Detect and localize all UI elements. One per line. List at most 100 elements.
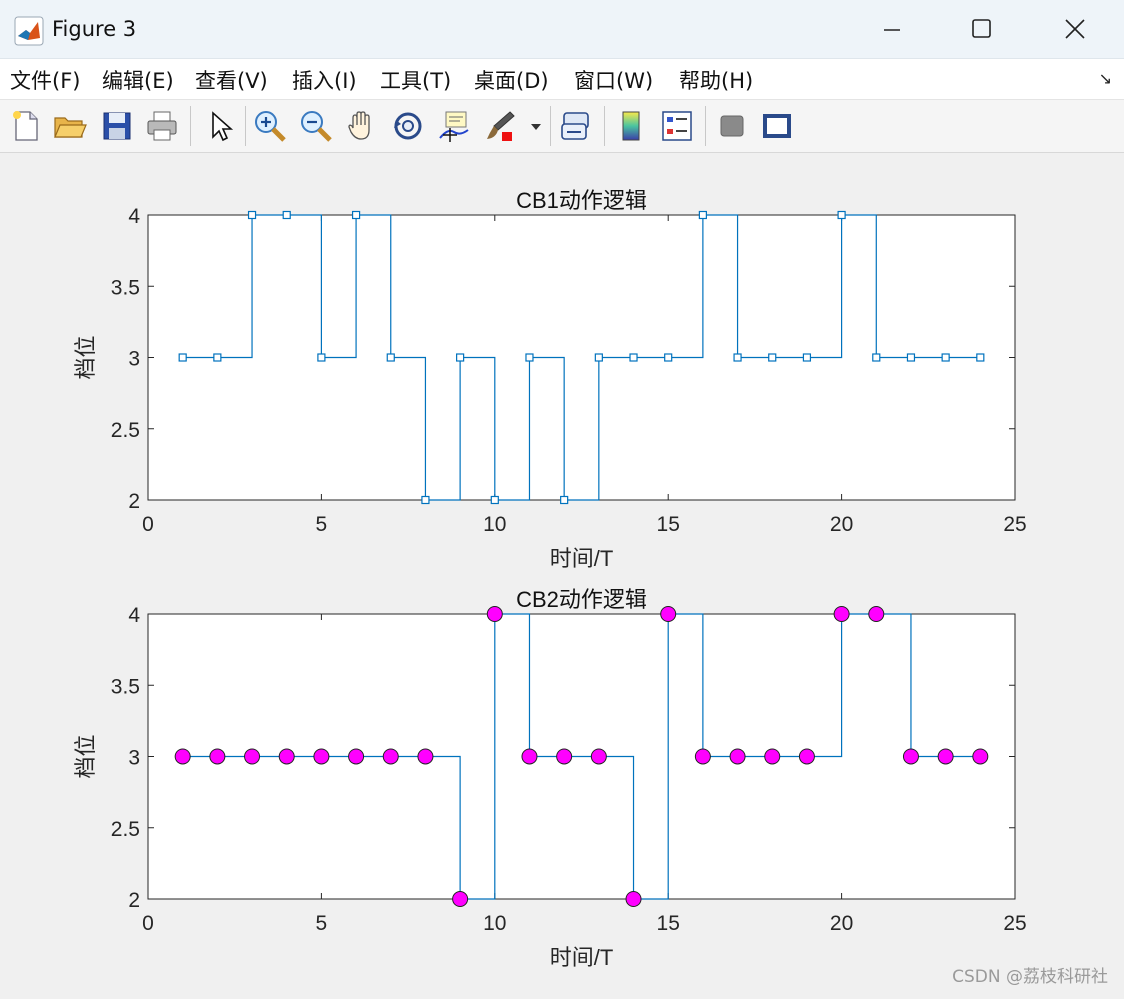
open-file-button[interactable] — [52, 108, 88, 144]
chart2-x-tick-label: 25 — [1003, 912, 1026, 935]
chart2-y-tick-label: 3 — [128, 747, 140, 770]
chart2-data-point — [972, 748, 989, 765]
chart1-data-point — [941, 353, 950, 362]
chart1-data-point — [802, 353, 812, 362]
chart2-data-point — [833, 606, 850, 622]
chart1-y-tick-label: 2 — [128, 490, 140, 513]
toolbar-separator — [604, 106, 605, 146]
select-arrow-button[interactable] — [202, 108, 238, 144]
chart2-data-point — [348, 748, 365, 765]
chart1-data-point — [768, 353, 777, 362]
zoom-in-button[interactable] — [252, 108, 288, 144]
chart2-data-point — [278, 748, 295, 765]
colorbar-icon — [622, 111, 640, 141]
chart2-data-point — [452, 891, 469, 907]
chart1-y-tick-label: 3.5 — [111, 276, 140, 299]
menu-edit[interactable]: 编辑(E) — [102, 65, 174, 95]
plots-svg: 0 5 10 15 20 25 2 2.5 3 3.5 4 CB1动作逻辑时间/T 档位 0 5 10 15 20… — [73, 188, 1027, 970]
brush-dropdown-button[interactable] — [528, 108, 544, 144]
chart1-x-tick-label: 10 — [483, 513, 506, 536]
chart1-data-point — [351, 210, 361, 220]
chart2-data-point — [486, 606, 503, 622]
pan-button[interactable] — [344, 108, 380, 144]
chart2-data-point — [902, 748, 919, 765]
legend-button[interactable] — [659, 108, 695, 144]
undock-arrow-icon[interactable]: ↘ — [1099, 69, 1112, 88]
menu-tools[interactable]: 工具(T) — [380, 65, 451, 95]
minimize-icon — [884, 29, 900, 31]
chart1-x-axis-label: 时间/T — [550, 546, 614, 571]
chart1-data-point — [733, 353, 742, 362]
new-file-icon — [13, 111, 38, 141]
show-plot-tools-button[interactable] — [759, 108, 795, 144]
printer-icon — [147, 111, 177, 141]
chart1-data-point — [490, 495, 499, 505]
close-button[interactable] — [1045, 8, 1105, 50]
chart2-data-point — [798, 748, 815, 765]
print-button[interactable] — [144, 108, 180, 144]
zoom-in-icon — [255, 111, 286, 142]
chart1-data-point — [976, 353, 985, 362]
zoom-out-button[interactable] — [298, 108, 334, 144]
chart1-data-point — [421, 495, 430, 505]
chart1-data-point — [872, 353, 881, 362]
chart1-y-tick-label: 3 — [128, 348, 140, 371]
hide-plot-tools-icon — [720, 115, 744, 137]
chart1-data-point — [594, 353, 603, 362]
matlab-logo-icon — [14, 16, 44, 46]
chart2-title: CB2动作逻辑 — [516, 587, 647, 612]
chart1-x-tick-label: 0 — [142, 513, 154, 536]
toolbar-separator — [550, 106, 551, 146]
watermark: CSDN @荔枝科研社 — [952, 967, 1108, 987]
chart2-data-point — [729, 748, 746, 765]
toolbar-separator — [245, 106, 246, 146]
chart2-data-point — [694, 748, 711, 765]
chart1-y-tick-label: 4 — [128, 205, 140, 228]
cursor-arrow-icon — [212, 111, 234, 142]
floppy-disk-icon — [103, 112, 131, 140]
hide-plot-tools-button[interactable] — [714, 108, 750, 144]
chart1-data-point — [247, 210, 257, 220]
chart1-data-point — [906, 353, 916, 362]
minimize-button[interactable] — [862, 8, 922, 50]
menu-desktop[interactable]: 桌面(D) — [474, 65, 549, 95]
maximize-icon — [972, 19, 991, 38]
link-plot-button[interactable] — [558, 108, 594, 144]
rotate-3d-button[interactable] — [390, 108, 426, 144]
maximize-button[interactable] — [952, 8, 1012, 50]
chart1-data-point — [629, 353, 638, 362]
new-figure-button[interactable] — [8, 108, 44, 144]
menu-help[interactable]: 帮助(H) — [679, 65, 753, 95]
zoom-out-icon — [301, 111, 332, 142]
chart2-x-tick-label: 20 — [830, 912, 853, 935]
chart2-data-point — [625, 891, 642, 907]
close-icon — [1065, 19, 1085, 39]
chart1-x-tick-label: 20 — [830, 513, 853, 536]
folder-open-icon — [54, 117, 87, 138]
chart1-data-point — [386, 353, 395, 362]
data-cursor-button[interactable] — [436, 108, 472, 144]
chart1-data-point — [456, 353, 465, 362]
colorbar-button[interactable] — [613, 108, 649, 144]
brush-button[interactable] — [482, 108, 518, 144]
chart1-data-point — [282, 210, 291, 220]
chart1-data-point — [213, 353, 222, 362]
chart2-x-tick-label: 10 — [483, 912, 506, 935]
menu-insert[interactable]: 插入(I) — [292, 65, 357, 95]
chart2-y-tick-label: 4 — [128, 604, 140, 627]
chart2-data-point — [660, 606, 677, 622]
window-title: Figure 3 — [52, 17, 137, 41]
chart2-x-tick-label: 15 — [657, 912, 680, 935]
menu-file[interactable]: 文件(F) — [10, 65, 80, 95]
show-plot-tools-icon — [763, 114, 791, 138]
chart2-data-point — [244, 748, 261, 765]
chart2-data-point — [868, 606, 885, 622]
save-button[interactable] — [99, 108, 135, 144]
chart1-data-point — [178, 353, 187, 362]
chart2-x-axis-label: 时间/T — [550, 945, 614, 970]
menu-view[interactable]: 查看(V) — [195, 65, 268, 95]
figure-canvas: 0 5 10 15 20 25 2 2.5 3 3.5 4 CB1动作逻辑 时间/T 档位 0 5 10 15 20… — [0, 153, 1124, 995]
chart1-data-point — [317, 353, 326, 362]
menu-window[interactable]: 窗口(W) — [574, 65, 653, 95]
chart1-x-tick-label: 25 — [1003, 513, 1026, 536]
